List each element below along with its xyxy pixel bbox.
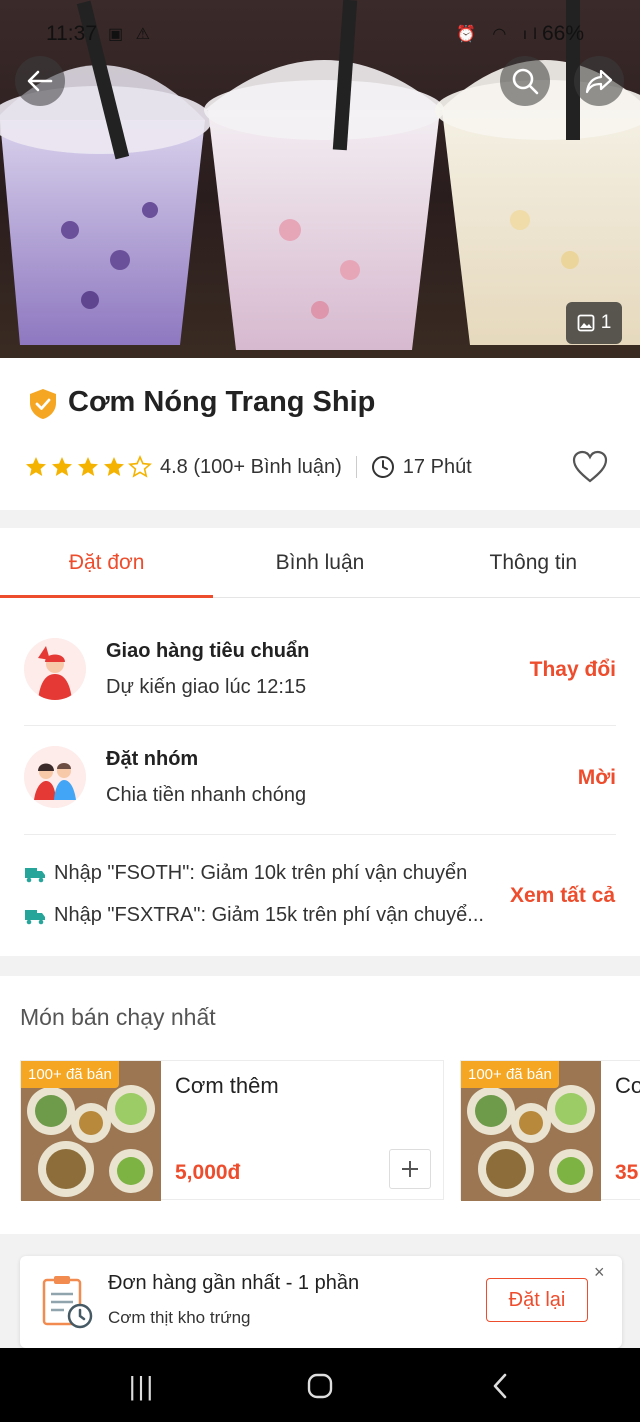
promo-line: Nhập "FSOTH": Giảm 10k trên phí vận chuy… (24, 862, 467, 885)
see-all-promos-button[interactable]: Xem tất cả (510, 884, 615, 908)
store-page: 11:37 ▣ ⚠ ⏰ ◠ ıl 66% 1 Cơm Nóng Trang Sh… (0, 0, 640, 1422)
standard-delivery-title: Giao hàng tiêu chuẩn (106, 640, 310, 662)
standard-delivery-eta: Dự kiến giao lúc 12:15 (106, 676, 307, 698)
delivery-options: Giao hàng tiêu chuẩn Dự kiến giao lúc 12… (0, 598, 640, 956)
dish-price: 5,000đ (175, 1161, 241, 1184)
menu-item-card[interactable]: 100+ đã bán Cơm 35 (460, 1060, 640, 1201)
star-icon (78, 457, 98, 476)
sold-count-badge: 100+ đã bán (21, 1061, 119, 1088)
standard-delivery-row[interactable]: Giao hàng tiêu chuẩn Dự kiến giao lúc 12… (24, 618, 616, 726)
dish-name: Cơm thêm (175, 1073, 279, 1098)
home-button[interactable] (300, 1368, 340, 1404)
group-order-title: Đặt nhóm (106, 748, 199, 770)
group-order-avatar (24, 746, 86, 808)
status-bar: 11:37 ▣ ⚠ ⏰ ◠ ıl 66% (0, 0, 640, 60)
tab-info[interactable]: Thông tin (427, 528, 640, 597)
home-icon (307, 1373, 333, 1399)
store-cover-image[interactable]: 11:37 ▣ ⚠ ⏰ ◠ ıl 66% 1 (0, 0, 640, 358)
store-rating-row: 4.8 (100+ Bình luận) 17 Phút (24, 452, 472, 482)
image-count-badge[interactable]: 1 (566, 302, 622, 344)
status-signal-icons: ⏰ ◠ ıl (456, 26, 543, 43)
heart-icon[interactable] (572, 450, 608, 484)
back-nav-button[interactable] (480, 1368, 520, 1404)
recents-icon[interactable]: ||| (122, 1368, 162, 1404)
dish-image: 100+ đã bán (21, 1061, 161, 1201)
store-tabs: Đặt đơn Bình luận Thông tin (0, 528, 640, 598)
promo-text: Nhập "FSOTH": Giảm 10k trên phí vận chuy… (54, 862, 468, 884)
dish-image: 100+ đã bán (461, 1061, 601, 1201)
status-time: 11:37 (46, 22, 97, 45)
group-order-row[interactable]: Đặt nhóm Chia tiền nhanh chóng Mời (24, 726, 616, 834)
tab-order[interactable]: Đặt đơn (0, 528, 214, 598)
best-sellers-section: Món bán chạy nhất 100+ đã bán Cơm thêm 5… (0, 976, 640, 1234)
divider (355, 456, 357, 478)
search-icon (512, 68, 539, 95)
rating-stars (24, 455, 152, 479)
delivery-time: 17 Phút (402, 455, 472, 478)
truck-icon (25, 909, 45, 925)
back-nav-icon (493, 1373, 507, 1399)
reorder-button[interactable]: Đặt lại (486, 1278, 588, 1322)
menu-item-card[interactable]: 100+ đã bán Cơm thêm 5,000đ (20, 1060, 444, 1201)
dish-name: Cơm (615, 1073, 640, 1098)
star-icon (26, 457, 46, 476)
section-title: Món bán chạy nhất (20, 1004, 216, 1030)
store-header: Cơm Nóng Trang Ship 4.8 (100+ Bình luận)… (0, 358, 640, 510)
group-illustration (24, 746, 86, 808)
dish-price: 35 (615, 1161, 639, 1184)
add-to-cart-button[interactable] (389, 1149, 431, 1189)
star-outline-icon (128, 455, 152, 478)
system-nav-bar: ||| (0, 1348, 640, 1422)
star-icon (52, 457, 72, 476)
driver-illustration (24, 638, 86, 700)
recent-order-banner[interactable]: Đơn hàng gần nhất - 1 phần Cơm thịt kho … (20, 1256, 622, 1348)
invite-button[interactable]: Mời (578, 766, 616, 790)
promo-text: Nhập "FSXTRA": Giảm 15k trên phí vận chu… (54, 904, 484, 926)
back-arrow-icon (27, 70, 53, 92)
star-icon (104, 457, 124, 476)
search-button[interactable] (500, 56, 550, 106)
recent-order-title: Đơn hàng gần nhất - 1 phần (108, 1272, 360, 1294)
plus-icon (402, 1161, 418, 1177)
image-icon (577, 314, 595, 332)
clock-icon (371, 456, 394, 478)
divider (24, 834, 616, 835)
share-icon (585, 69, 613, 94)
close-icon[interactable]: × (594, 1262, 605, 1283)
rating-text: 4.8 (100+ Bình luận) (160, 455, 342, 478)
image-count: 1 (600, 312, 612, 333)
sold-count-badge: 100+ đã bán (461, 1061, 559, 1088)
back-button[interactable] (15, 56, 65, 106)
store-name: Cơm Nóng Trang Ship (68, 386, 376, 418)
status-notification-icons: ▣ ⚠ (108, 26, 154, 43)
status-battery: 66% (541, 22, 584, 45)
promo-line: Nhập "FSXTRA": Giảm 15k trên phí vận chu… (24, 904, 484, 927)
share-button[interactable] (574, 56, 624, 106)
order-clipboard-icon (42, 1276, 93, 1329)
tab-reviews[interactable]: Bình luận (213, 528, 426, 597)
delivery-driver-avatar (24, 638, 86, 700)
truck-icon (25, 867, 45, 883)
group-order-subtitle: Chia tiền nhanh chóng (106, 784, 307, 806)
recent-order-dish: Cơm thịt kho trứng (108, 1308, 251, 1327)
verified-shield-icon (30, 389, 56, 419)
change-delivery-button[interactable]: Thay đổi (530, 658, 616, 682)
